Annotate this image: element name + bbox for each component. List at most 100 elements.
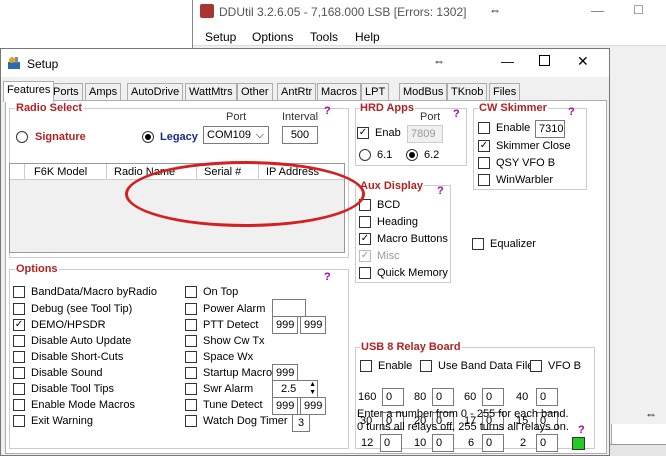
menu-help[interactable]: Help [355, 30, 380, 44]
tune-detect-input-b[interactable]: 999 [300, 397, 326, 415]
relay-vfob-checkbox[interactable] [530, 360, 542, 372]
aux-misc-checkbox[interactable]: ✓ [359, 250, 371, 262]
band-input[interactable]: 0 [482, 434, 504, 452]
option-checkbox[interactable] [185, 319, 197, 331]
maximize-icon[interactable]: ☐ [633, 3, 644, 17]
tab-files[interactable]: Files [489, 83, 521, 101]
radio-select-help-icon[interactable]: ? [324, 105, 331, 117]
move-arrows-icon: ⇔ [433, 54, 445, 68]
band-label: 160 [358, 391, 377, 403]
option-checkbox[interactable] [185, 303, 197, 315]
aux-heading-checkbox[interactable] [359, 216, 371, 228]
hrd-61-radio[interactable] [359, 149, 371, 161]
minimize-icon[interactable]: — [591, 3, 604, 18]
hrd-62-radio[interactable] [406, 149, 418, 161]
cw-enable-checkbox[interactable] [478, 122, 490, 134]
band-input[interactable]: 0 [432, 388, 454, 406]
option-checkbox[interactable] [13, 303, 25, 315]
option-checkbox[interactable] [13, 286, 25, 298]
aux-display-title: Aux Display [359, 180, 424, 192]
maximize-icon[interactable] [539, 55, 550, 66]
aux-quick-memory-checkbox[interactable] [359, 267, 371, 279]
tab-other[interactable]: Other [237, 83, 273, 101]
cw-skimmer-help-icon[interactable]: ? [568, 106, 575, 118]
band-input[interactable]: 0 [536, 434, 558, 452]
option-checkbox[interactable] [185, 399, 197, 411]
option-label: Show Cw Tx [203, 335, 265, 347]
tab-tknob[interactable]: TKnob [447, 83, 488, 101]
hrd-apps-title: HRD Apps [359, 102, 415, 114]
winwarbler-label: WinWarbler [496, 174, 554, 186]
menu-options[interactable]: Options [252, 30, 293, 44]
option-checkbox[interactable] [185, 367, 197, 379]
hrd-enab-checkbox[interactable]: ✓ [357, 127, 369, 139]
setup-titlebar: Setup ⇔ — ✕ [1, 49, 609, 77]
option-checkbox[interactable] [185, 351, 197, 363]
cw-enable-input[interactable]: 7310 [535, 120, 565, 138]
option-checkbox[interactable] [13, 367, 25, 379]
signature-radio[interactable] [16, 131, 28, 143]
winwarbler-checkbox[interactable] [478, 174, 490, 186]
minimize-icon[interactable]: — [501, 54, 514, 69]
option-checkbox[interactable] [13, 335, 25, 347]
equalizer-checkbox[interactable] [472, 238, 484, 250]
band-label: 60 [464, 391, 477, 403]
tab-autodrive[interactable]: AutoDrive [127, 83, 184, 101]
tab-lpt[interactable]: LPT [361, 83, 390, 101]
swr-alarm-spinner[interactable]: 2.5 ▲ ▼ [272, 380, 318, 398]
option-label: Disable Sound [31, 367, 103, 379]
menu-setup[interactable]: Setup [205, 30, 236, 44]
option-checkbox[interactable] [185, 415, 197, 427]
tab-wattmtrs[interactable]: WattMtrs [185, 83, 237, 101]
option-checkbox[interactable] [13, 351, 25, 363]
option-checkbox[interactable] [185, 383, 197, 395]
tab-features[interactable]: Features [3, 81, 55, 102]
band-input[interactable]: 0 [432, 434, 454, 452]
band-input[interactable]: 0 [536, 388, 558, 406]
option-checkbox[interactable] [13, 415, 25, 427]
skimmer-close-checkbox[interactable]: ✓ [478, 140, 490, 152]
option-checkbox[interactable] [185, 286, 197, 298]
hrd-port-input[interactable]: 7809 [407, 125, 443, 143]
tab-amps[interactable]: Amps [85, 83, 122, 101]
relay-note-2: 0 turns all relays off, 255 turns all re… [357, 421, 569, 433]
menu-tools[interactable]: Tools [310, 30, 338, 44]
legacy-radio[interactable] [142, 131, 154, 143]
band-input[interactable]: 0 [482, 388, 504, 406]
option-label: Space Wx [203, 351, 254, 363]
hrd-61-label: 6.1 [377, 149, 393, 161]
power-alarm-input[interactable] [272, 299, 306, 317]
tune-detect-input-a[interactable]: 999 [272, 397, 298, 415]
band-input[interactable]: 0 [380, 434, 402, 452]
tab-modbus[interactable]: ModBus [399, 83, 448, 101]
option-label: Debug (see Tool Tip) [31, 303, 133, 315]
relay-status-indicator [572, 437, 585, 450]
band-input[interactable]: 0 [382, 388, 404, 406]
spinner-arrows-icon[interactable]: ▲ ▼ [309, 381, 316, 397]
option-checkbox[interactable] [13, 399, 25, 411]
tab-macros[interactable]: Macros [317, 83, 362, 101]
option-checkbox[interactable] [185, 335, 197, 347]
tab-antrtr[interactable]: AntRtr [277, 83, 317, 101]
interval-input[interactable]: 500 [282, 126, 318, 144]
port-select[interactable]: COM109 ⌵ [203, 126, 269, 144]
options-help-icon[interactable]: ? [324, 271, 331, 283]
watchdog-input[interactable]: 3 [292, 414, 310, 432]
aux-macro-buttons-checkbox[interactable]: ✓ [359, 233, 371, 245]
ptt-detect-input-b[interactable]: 999 [300, 316, 326, 334]
option-label: Power Alarm [203, 303, 266, 315]
hrd-help-icon[interactable]: ? [453, 108, 460, 120]
column-header[interactable]: F6K Model [34, 166, 87, 178]
interval-label: Interval [282, 111, 319, 123]
option-label: Disable Tool Tips [31, 383, 114, 395]
qsy-vfob-checkbox[interactable] [478, 157, 490, 169]
use-band-data-checkbox[interactable] [420, 360, 432, 372]
close-icon[interactable]: ✕ [577, 53, 589, 70]
option-checkbox[interactable] [13, 383, 25, 395]
option-checkbox[interactable]: ✓ [13, 319, 25, 331]
aux-help-icon[interactable]: ? [437, 185, 444, 197]
signature-label: Signature [34, 131, 87, 143]
relay-help-icon[interactable]: ? [578, 424, 585, 436]
relay-enable-checkbox[interactable] [360, 360, 372, 372]
ptt-detect-input-a[interactable]: 999 [272, 316, 298, 334]
